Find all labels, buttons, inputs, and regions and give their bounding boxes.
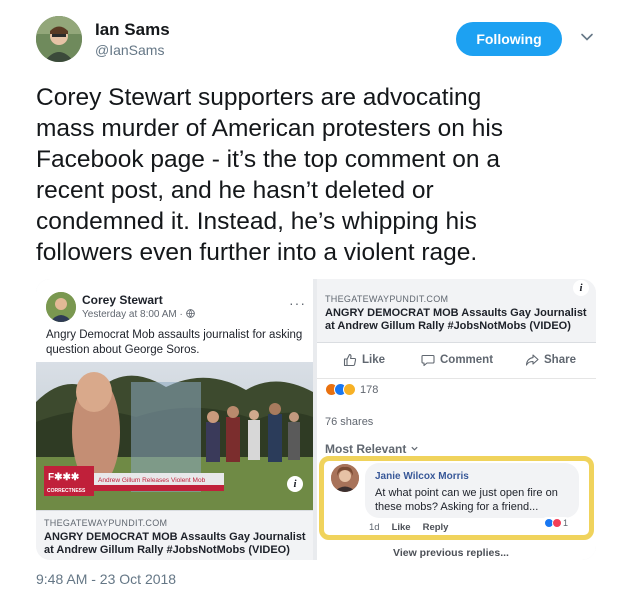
comment-sort: Most Relevant	[325, 442, 419, 456]
share-label: Share	[544, 354, 576, 366]
chevron-down-icon	[411, 446, 418, 451]
link-domain: THEGATEWAYPUNDIT.COM	[44, 518, 168, 528]
wow-reaction-icon	[343, 383, 356, 396]
tweet-media[interactable]: Corey Stewart Yesterday at 8:00 AM · ···…	[36, 279, 596, 560]
globe-icon	[185, 309, 195, 318]
fb-link-preview: THEGATEWAYPUNDIT.COM ANGRY DEMOCRAT MOB …	[36, 510, 313, 560]
comment-sort-label: Most Relevant	[325, 442, 407, 456]
fb-comments-screenshot[interactable]: THEGATEWAYPUNDIT.COM ANGRY DEMOCRAT MOB …	[317, 279, 596, 560]
fb-post-caption: Angry Democrat Mob assaults journalist f…	[46, 329, 303, 356]
like-action: Like	[343, 353, 385, 367]
fb-action-bar: Like Comment Share	[317, 343, 596, 379]
comment-highlight	[319, 456, 594, 540]
author-avatar[interactable]	[36, 16, 82, 62]
share-action: Share	[525, 353, 576, 367]
shares-count: 76 shares	[325, 416, 374, 428]
video-lower-third: Andrew Gillum Releases Violent Mob	[98, 477, 206, 484]
like-label: Like	[362, 354, 386, 366]
chevron-down-icon[interactable]	[580, 30, 594, 44]
link-title: ANGRY DEMOCRAT MOB Assaults Gay Journali…	[325, 307, 587, 332]
reaction-summary: 178	[325, 383, 378, 396]
fb-post-screenshot[interactable]: Corey Stewart Yesterday at 8:00 AM · ···…	[36, 279, 313, 560]
tweet-text: Corey Stewart supporters are advocating …	[36, 84, 504, 266]
link-domain: THEGATEWAYPUNDIT.COM	[325, 294, 449, 304]
reaction-count: 178	[360, 383, 379, 396]
view-previous-replies: View previous replies...	[393, 547, 509, 559]
info-icon: i	[573, 280, 589, 296]
following-button[interactable]: Following	[456, 22, 562, 56]
comment-action: Comment	[421, 353, 493, 367]
more-options-icon: ···	[289, 295, 306, 311]
thumbs-up-icon	[343, 353, 357, 367]
fb-link-preview-top: THEGATEWAYPUNDIT.COM ANGRY DEMOCRAT MOB …	[317, 279, 596, 343]
share-icon	[525, 354, 539, 366]
tweet-card: Ian Sams @IanSams Following Corey Stewar…	[0, 0, 632, 600]
comment-label: Comment	[440, 354, 494, 366]
info-icon[interactable]: i	[287, 476, 303, 492]
video-banner-subtext: CORRECTNESS	[47, 488, 86, 494]
fb-video-thumbnail: F✱✱✱ CORRECTNESS Andrew Gillum Releases …	[36, 362, 313, 510]
fb-author-avatar	[46, 292, 76, 322]
comment-icon	[421, 354, 435, 367]
fb-author-name: Corey Stewart	[82, 293, 163, 307]
link-title: ANGRY DEMOCRAT MOB Assaults Gay Journali…	[44, 531, 306, 556]
author-name[interactable]: Ian Sams	[95, 20, 170, 40]
fb-post-time-text: Yesterday at 8:00 AM ·	[82, 309, 186, 320]
tweet-timestamp[interactable]: 9:48 AM - 23 Oct 2018	[36, 571, 176, 587]
fb-post-time: Yesterday at 8:00 AM ·	[82, 309, 195, 320]
video-banner-text: F✱✱✱	[48, 472, 80, 483]
author-handle[interactable]: @IanSams	[95, 42, 164, 58]
